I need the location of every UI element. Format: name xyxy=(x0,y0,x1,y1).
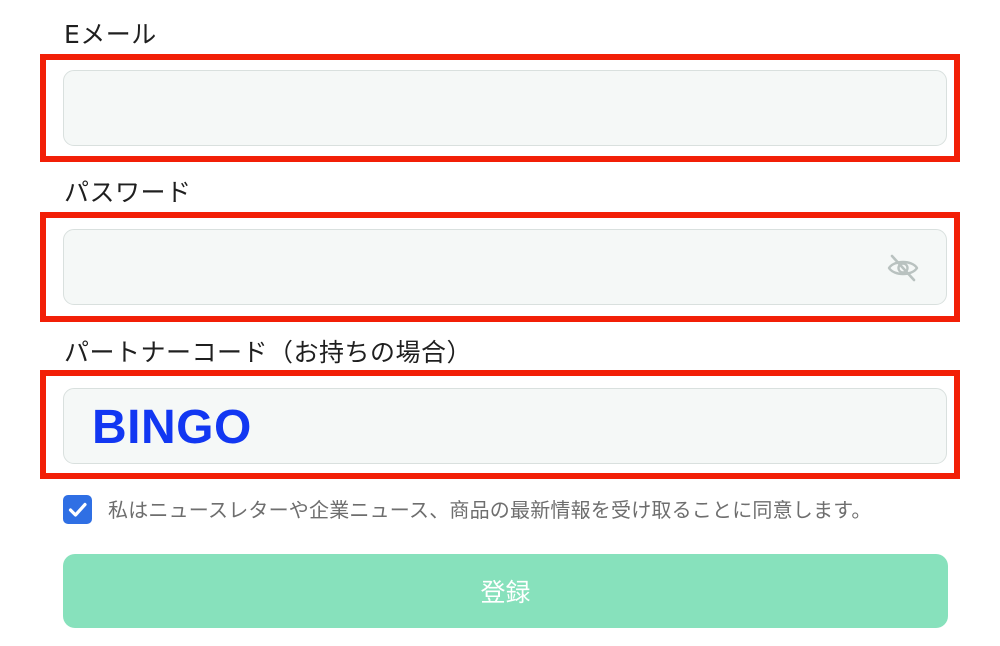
signup-form: Eメール パスワード パートナーコード（お持ちの場合） BINGO 私はニュース… xyxy=(0,0,1000,646)
consent-checkbox[interactable] xyxy=(63,495,92,524)
email-field[interactable] xyxy=(64,71,946,145)
email-label: Eメール xyxy=(64,20,157,49)
checkmark-icon xyxy=(68,502,87,517)
password-field[interactable] xyxy=(64,230,946,304)
email-field-container xyxy=(63,70,947,146)
bingo-annotation: BINGO xyxy=(92,401,252,454)
password-label: パスワード xyxy=(64,178,192,207)
password-field-container xyxy=(63,229,947,305)
consent-text: 私はニュースレターや企業ニュース、商品の最新情報を受け取ることに同意します。 xyxy=(108,498,872,522)
partner-code-label: パートナーコード（お持ちの場合） xyxy=(64,338,473,367)
register-button[interactable]: 登録 xyxy=(63,554,948,628)
eye-slash-icon[interactable] xyxy=(886,252,920,284)
